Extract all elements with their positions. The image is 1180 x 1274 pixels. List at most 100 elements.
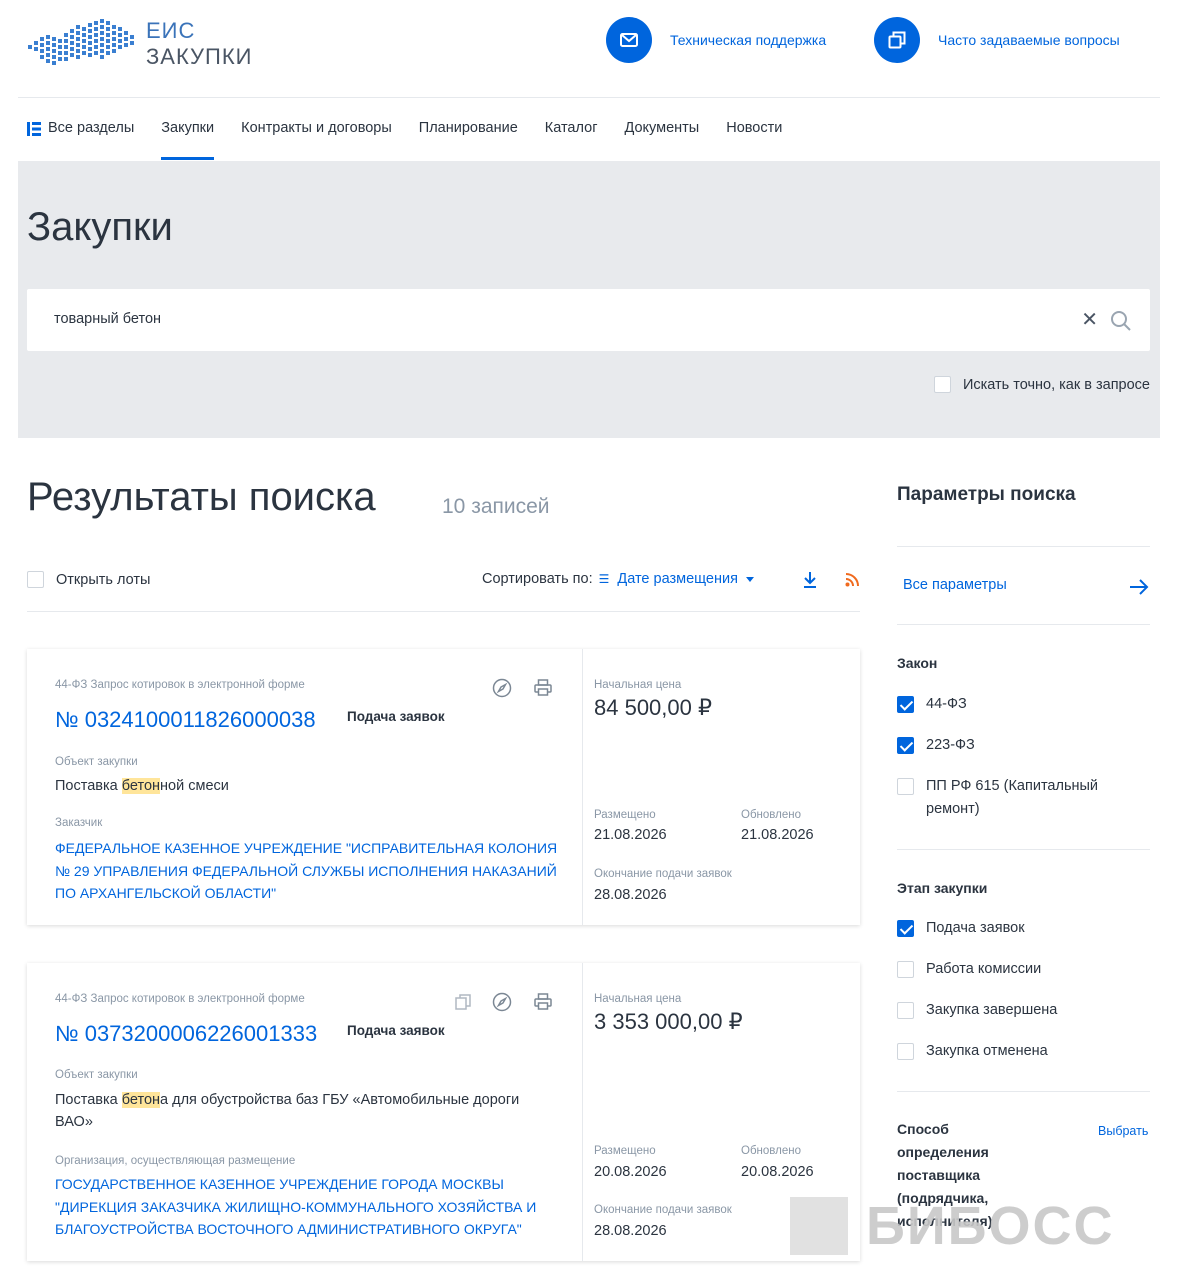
checkbox[interactable] bbox=[897, 778, 914, 795]
procurement-type: 44-ФЗ Запрос котировок в электронной фор… bbox=[55, 679, 305, 691]
price-label: Начальная цена bbox=[594, 679, 682, 691]
watermark-logo-icon bbox=[790, 1197, 848, 1255]
nav-planning[interactable]: Планирование bbox=[419, 108, 518, 160]
compass-icon[interactable] bbox=[492, 678, 512, 698]
close-icon[interactable]: ✕ bbox=[1081, 307, 1098, 332]
checkbox[interactable] bbox=[897, 1002, 914, 1019]
sort-value[interactable]: Дате размещения bbox=[617, 571, 738, 587]
posted-date: 20.08.2026 bbox=[594, 1164, 667, 1180]
nav-purchases[interactable]: Закупки bbox=[161, 108, 214, 160]
sort-control[interactable]: Сортировать по: ☰ Дате размещения bbox=[482, 571, 754, 587]
print-icon[interactable] bbox=[533, 992, 553, 1012]
card-side: Начальная цена 84 500,00 ₽ Размещено 21.… bbox=[582, 649, 860, 925]
print-icon[interactable] bbox=[533, 678, 553, 698]
checkbox[interactable] bbox=[897, 1043, 914, 1060]
search-icon[interactable] bbox=[1110, 310, 1132, 332]
initial-price: 84 500,00 ₽ bbox=[594, 695, 712, 720]
procurement-number[interactable]: № 0324100011826000038 bbox=[55, 707, 316, 733]
nav-catalog[interactable]: Каталог bbox=[545, 108, 598, 160]
price-label: Начальная цена bbox=[594, 993, 682, 1005]
chevron-down-icon bbox=[745, 576, 754, 582]
law-option-44fz[interactable]: 44-ФЗ bbox=[897, 693, 1126, 716]
compass-icon[interactable] bbox=[492, 992, 512, 1012]
logo-text: ЕИС ЗАКУПКИ bbox=[146, 18, 252, 70]
download-icon[interactable] bbox=[802, 571, 818, 589]
search-highlight: бетон bbox=[121, 1092, 161, 1108]
stage-option-commission[interactable]: Работа комиссии bbox=[897, 958, 1126, 981]
nav-news[interactable]: Новости bbox=[726, 108, 782, 160]
posted-date: 21.08.2026 bbox=[594, 827, 667, 843]
customer-link[interactable]: ГОСУДАРСТВЕННОЕ КАЗЕННОЕ УЧРЕЖДЕНИЕ ГОРО… bbox=[55, 1173, 565, 1241]
updated-label: Обновлено bbox=[741, 809, 801, 821]
procurement-type: 44-ФЗ Запрос котировок в электронной фор… bbox=[55, 993, 305, 1005]
grid-icon bbox=[27, 122, 41, 136]
logo[interactable]: ЕИС ЗАКУПКИ bbox=[26, 14, 266, 74]
search-highlight: бетон bbox=[121, 778, 161, 794]
search-input[interactable]: товарный бетон ✕ bbox=[27, 289, 1150, 351]
updated-date: 21.08.2026 bbox=[741, 827, 814, 843]
stage-option-label: Работа комиссии bbox=[926, 961, 1042, 977]
search-params-title: Параметры поиска bbox=[897, 484, 1076, 505]
open-lots-option[interactable]: Открыть лоты bbox=[27, 571, 150, 588]
procurement-object: Поставка бетона для обустройства баз ГБУ… bbox=[55, 1089, 555, 1133]
checkbox[interactable] bbox=[897, 696, 914, 713]
main-nav: Все разделы Закупки Контракты и договоры… bbox=[26, 108, 809, 160]
tech-support-label: Техническая поддержка bbox=[670, 32, 827, 48]
procurement-stage: Подача заявок bbox=[347, 1023, 445, 1038]
open-lots-label: Открыть лоты bbox=[56, 571, 151, 588]
law-option-label: 223-ФЗ bbox=[926, 737, 975, 753]
checkbox[interactable] bbox=[897, 737, 914, 754]
logo-line-2: ЗАКУПКИ bbox=[146, 44, 253, 69]
law-filter-title: Закон bbox=[897, 655, 938, 671]
rss-icon[interactable] bbox=[845, 573, 859, 587]
tech-support-link[interactable]: Техническая поддержка bbox=[606, 17, 826, 63]
copy-window-icon bbox=[874, 17, 920, 63]
nav-label: Все разделы bbox=[48, 120, 135, 136]
checkbox[interactable] bbox=[897, 961, 914, 978]
choose-link[interactable]: Выбрать bbox=[1098, 1124, 1148, 1138]
organizer-label: Организация, осуществляющая размещение bbox=[55, 1155, 296, 1167]
logo-line-1: ЕИС bbox=[146, 18, 196, 43]
card-main: 44-ФЗ Запрос котировок в электронной фор… bbox=[27, 649, 582, 925]
customer-link[interactable]: ФЕДЕРАЛЬНОЕ КАЗЕННОЕ УЧРЕЖДЕНИЕ "ИСПРАВИ… bbox=[55, 837, 565, 905]
results-count: 10 записей bbox=[442, 495, 550, 518]
sort-icon: ☰ bbox=[598, 572, 610, 586]
object-text: Поставка bbox=[55, 1092, 122, 1108]
law-option-label: 44-ФЗ bbox=[926, 696, 967, 712]
faq-link[interactable]: Часто задаваемые вопросы bbox=[874, 17, 1120, 63]
nav-contracts[interactable]: Контракты и договоры bbox=[241, 108, 392, 160]
checkbox[interactable] bbox=[897, 920, 914, 937]
copy-icon[interactable] bbox=[453, 992, 473, 1012]
open-lots-checkbox[interactable] bbox=[27, 571, 44, 588]
stage-option-label: Закупка отменена bbox=[926, 1043, 1048, 1059]
deadline-date: 28.08.2026 bbox=[594, 1223, 667, 1239]
sidebar-divider bbox=[897, 546, 1150, 547]
russia-map-logo bbox=[28, 19, 134, 65]
arrow-right-icon[interactable] bbox=[1129, 578, 1149, 596]
all-params-link[interactable]: Все параметры bbox=[903, 577, 1007, 593]
law-option-223fz[interactable]: 223-ФЗ bbox=[897, 734, 1126, 757]
nav-all-sections[interactable]: Все разделы bbox=[26, 108, 134, 160]
initial-price: 3 353 000,00 ₽ bbox=[594, 1009, 743, 1034]
updated-label: Обновлено bbox=[741, 1145, 801, 1157]
exact-search-option[interactable]: Искать точно, как в запросе bbox=[933, 376, 1150, 393]
updated-date: 20.08.2026 bbox=[741, 1164, 814, 1180]
law-option-pp615[interactable]: ПП РФ 615 (Капитальный ремонт) bbox=[897, 775, 1116, 821]
stage-option-completed[interactable]: Закупка завершена bbox=[897, 999, 1126, 1022]
faq-label: Часто задаваемые вопросы bbox=[938, 32, 1120, 48]
deadline-label: Окончание подачи заявок bbox=[594, 868, 732, 880]
exact-search-label: Искать точно, как в запросе bbox=[962, 376, 1150, 393]
stage-option-submission[interactable]: Подача заявок bbox=[897, 917, 1126, 940]
procurement-number[interactable]: № 0373200006226001333 bbox=[55, 1021, 317, 1047]
exact-search-checkbox[interactable] bbox=[933, 376, 951, 393]
object-text-rest: ной смеси bbox=[160, 778, 229, 794]
watermark-text: БИБОСС bbox=[866, 1196, 1115, 1256]
nav-documents[interactable]: Документы bbox=[624, 108, 699, 160]
customer-label: Заказчик bbox=[55, 817, 103, 829]
stage-filter-title: Этап закупки bbox=[897, 880, 988, 896]
purchase-card: 44-ФЗ Запрос котировок в электронной фор… bbox=[27, 649, 860, 925]
purchase-card: 44-ФЗ Запрос котировок в электронной фор… bbox=[27, 963, 860, 1261]
posted-label: Размещено bbox=[594, 1145, 656, 1157]
procurement-object: Поставка бетонной смеси bbox=[55, 775, 555, 797]
stage-option-cancelled[interactable]: Закупка отменена bbox=[897, 1040, 1126, 1063]
